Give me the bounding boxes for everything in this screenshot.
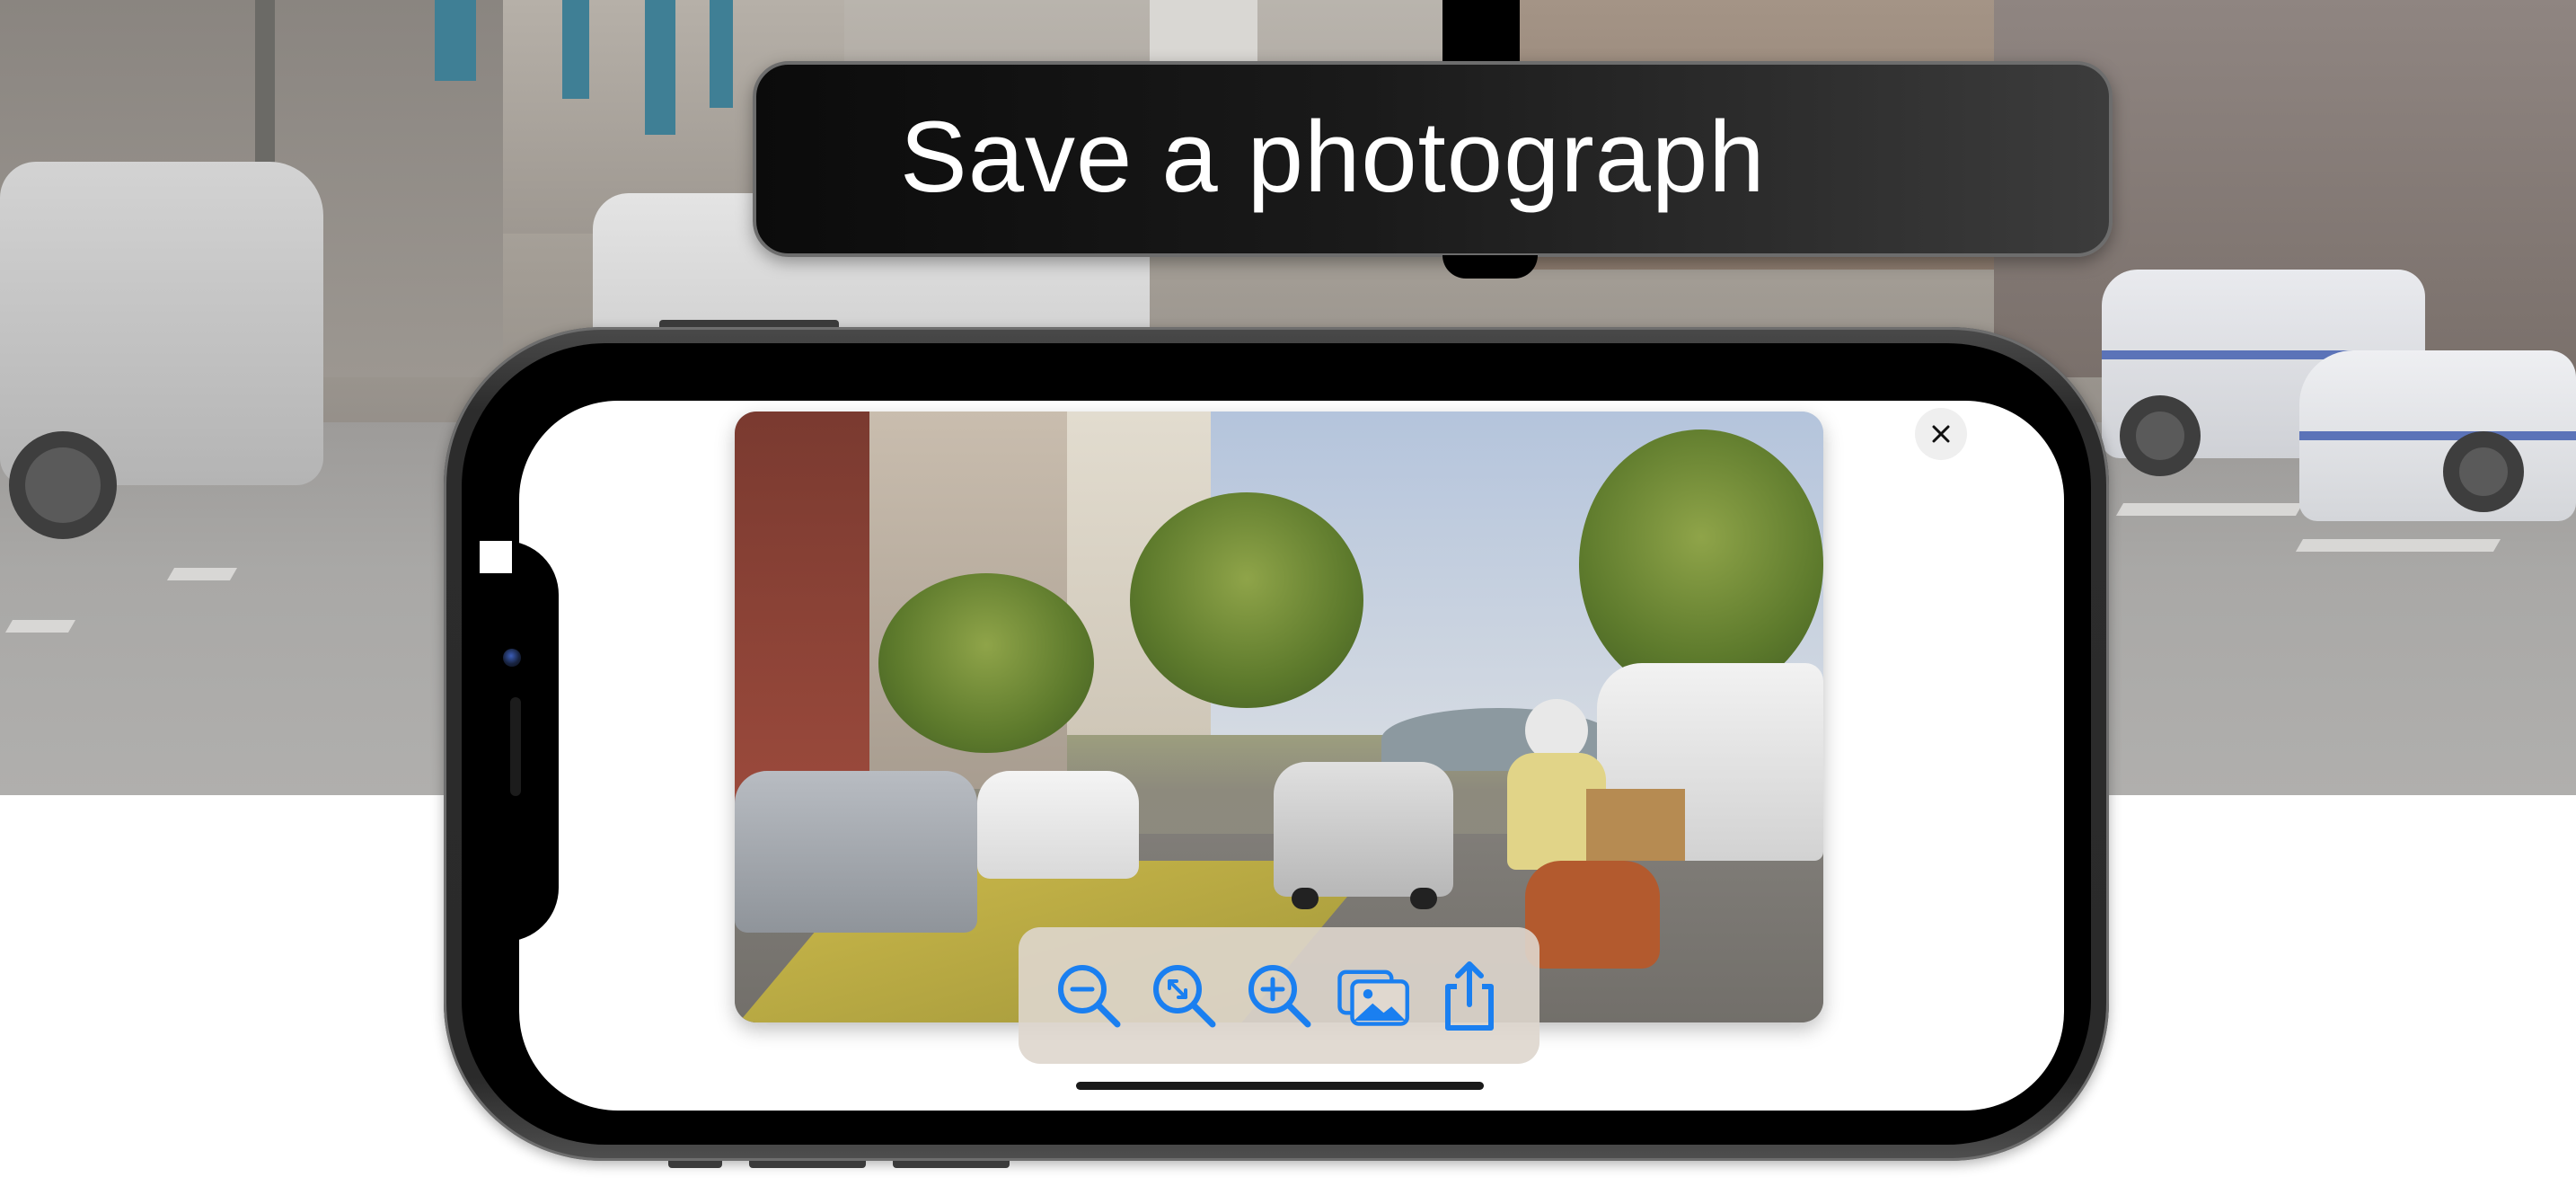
bg-banner-flag (710, 0, 733, 108)
phone-side-button (659, 320, 839, 327)
banner-connector-bottom (1442, 255, 1538, 279)
bg-banner-flag (645, 0, 675, 135)
caption-banner: Save a photograph (753, 61, 2113, 257)
photo-palm-tree (878, 573, 1094, 753)
bg-police-wheel (2443, 431, 2524, 512)
bg-lane-mark (2295, 539, 2501, 552)
share-icon (1445, 961, 1494, 1031)
banner-title: Save a photograph (900, 101, 1766, 213)
bg-van-wheel (9, 431, 117, 539)
photo-parked-car (977, 771, 1139, 879)
close-button[interactable] (1915, 408, 1967, 460)
photo-tire (1410, 888, 1437, 909)
zoom-out-button[interactable] (1051, 955, 1126, 1036)
home-indicator[interactable] (1076, 1082, 1484, 1090)
photo-crate (1586, 789, 1685, 861)
bg-lane-mark (4, 620, 76, 633)
photo-silver-car (1274, 762, 1453, 897)
phone-side-button (893, 1161, 1010, 1168)
phone-side-button (749, 1161, 866, 1168)
share-button[interactable] (1432, 955, 1507, 1036)
phone-side-button (668, 1161, 722, 1168)
bg-lane-mark (166, 568, 238, 580)
bg-banner-flag (562, 0, 589, 99)
photo-library-button[interactable] (1337, 955, 1412, 1036)
bg-sky (1150, 0, 1257, 63)
photo-palm-tree (1130, 492, 1363, 708)
photo-parked-car (735, 771, 977, 933)
photo-viewer-toolbar (1019, 927, 1539, 1064)
zoom-fit-icon (1153, 965, 1216, 1028)
bg-lane-mark (2115, 503, 2304, 516)
bg-banner-flag (435, 0, 476, 81)
zoom-out-icon (1058, 965, 1121, 1028)
photo-tree (1579, 429, 1823, 699)
photo-tire (1292, 888, 1319, 909)
earpiece-speaker (510, 697, 521, 796)
photo-building (735, 412, 869, 807)
photo-library-icon (1337, 969, 1409, 1026)
zoom-in-icon (1248, 965, 1311, 1028)
bg-police-car (2299, 350, 2576, 521)
front-camera (503, 649, 521, 667)
photo-scooter (1525, 861, 1660, 969)
zoom-fit-button[interactable] (1146, 955, 1222, 1036)
close-icon (1932, 425, 1950, 443)
bg-police-wheel (2120, 395, 2201, 476)
banner-connector-top (1442, 0, 1520, 63)
zoom-in-button[interactable] (1241, 955, 1317, 1036)
